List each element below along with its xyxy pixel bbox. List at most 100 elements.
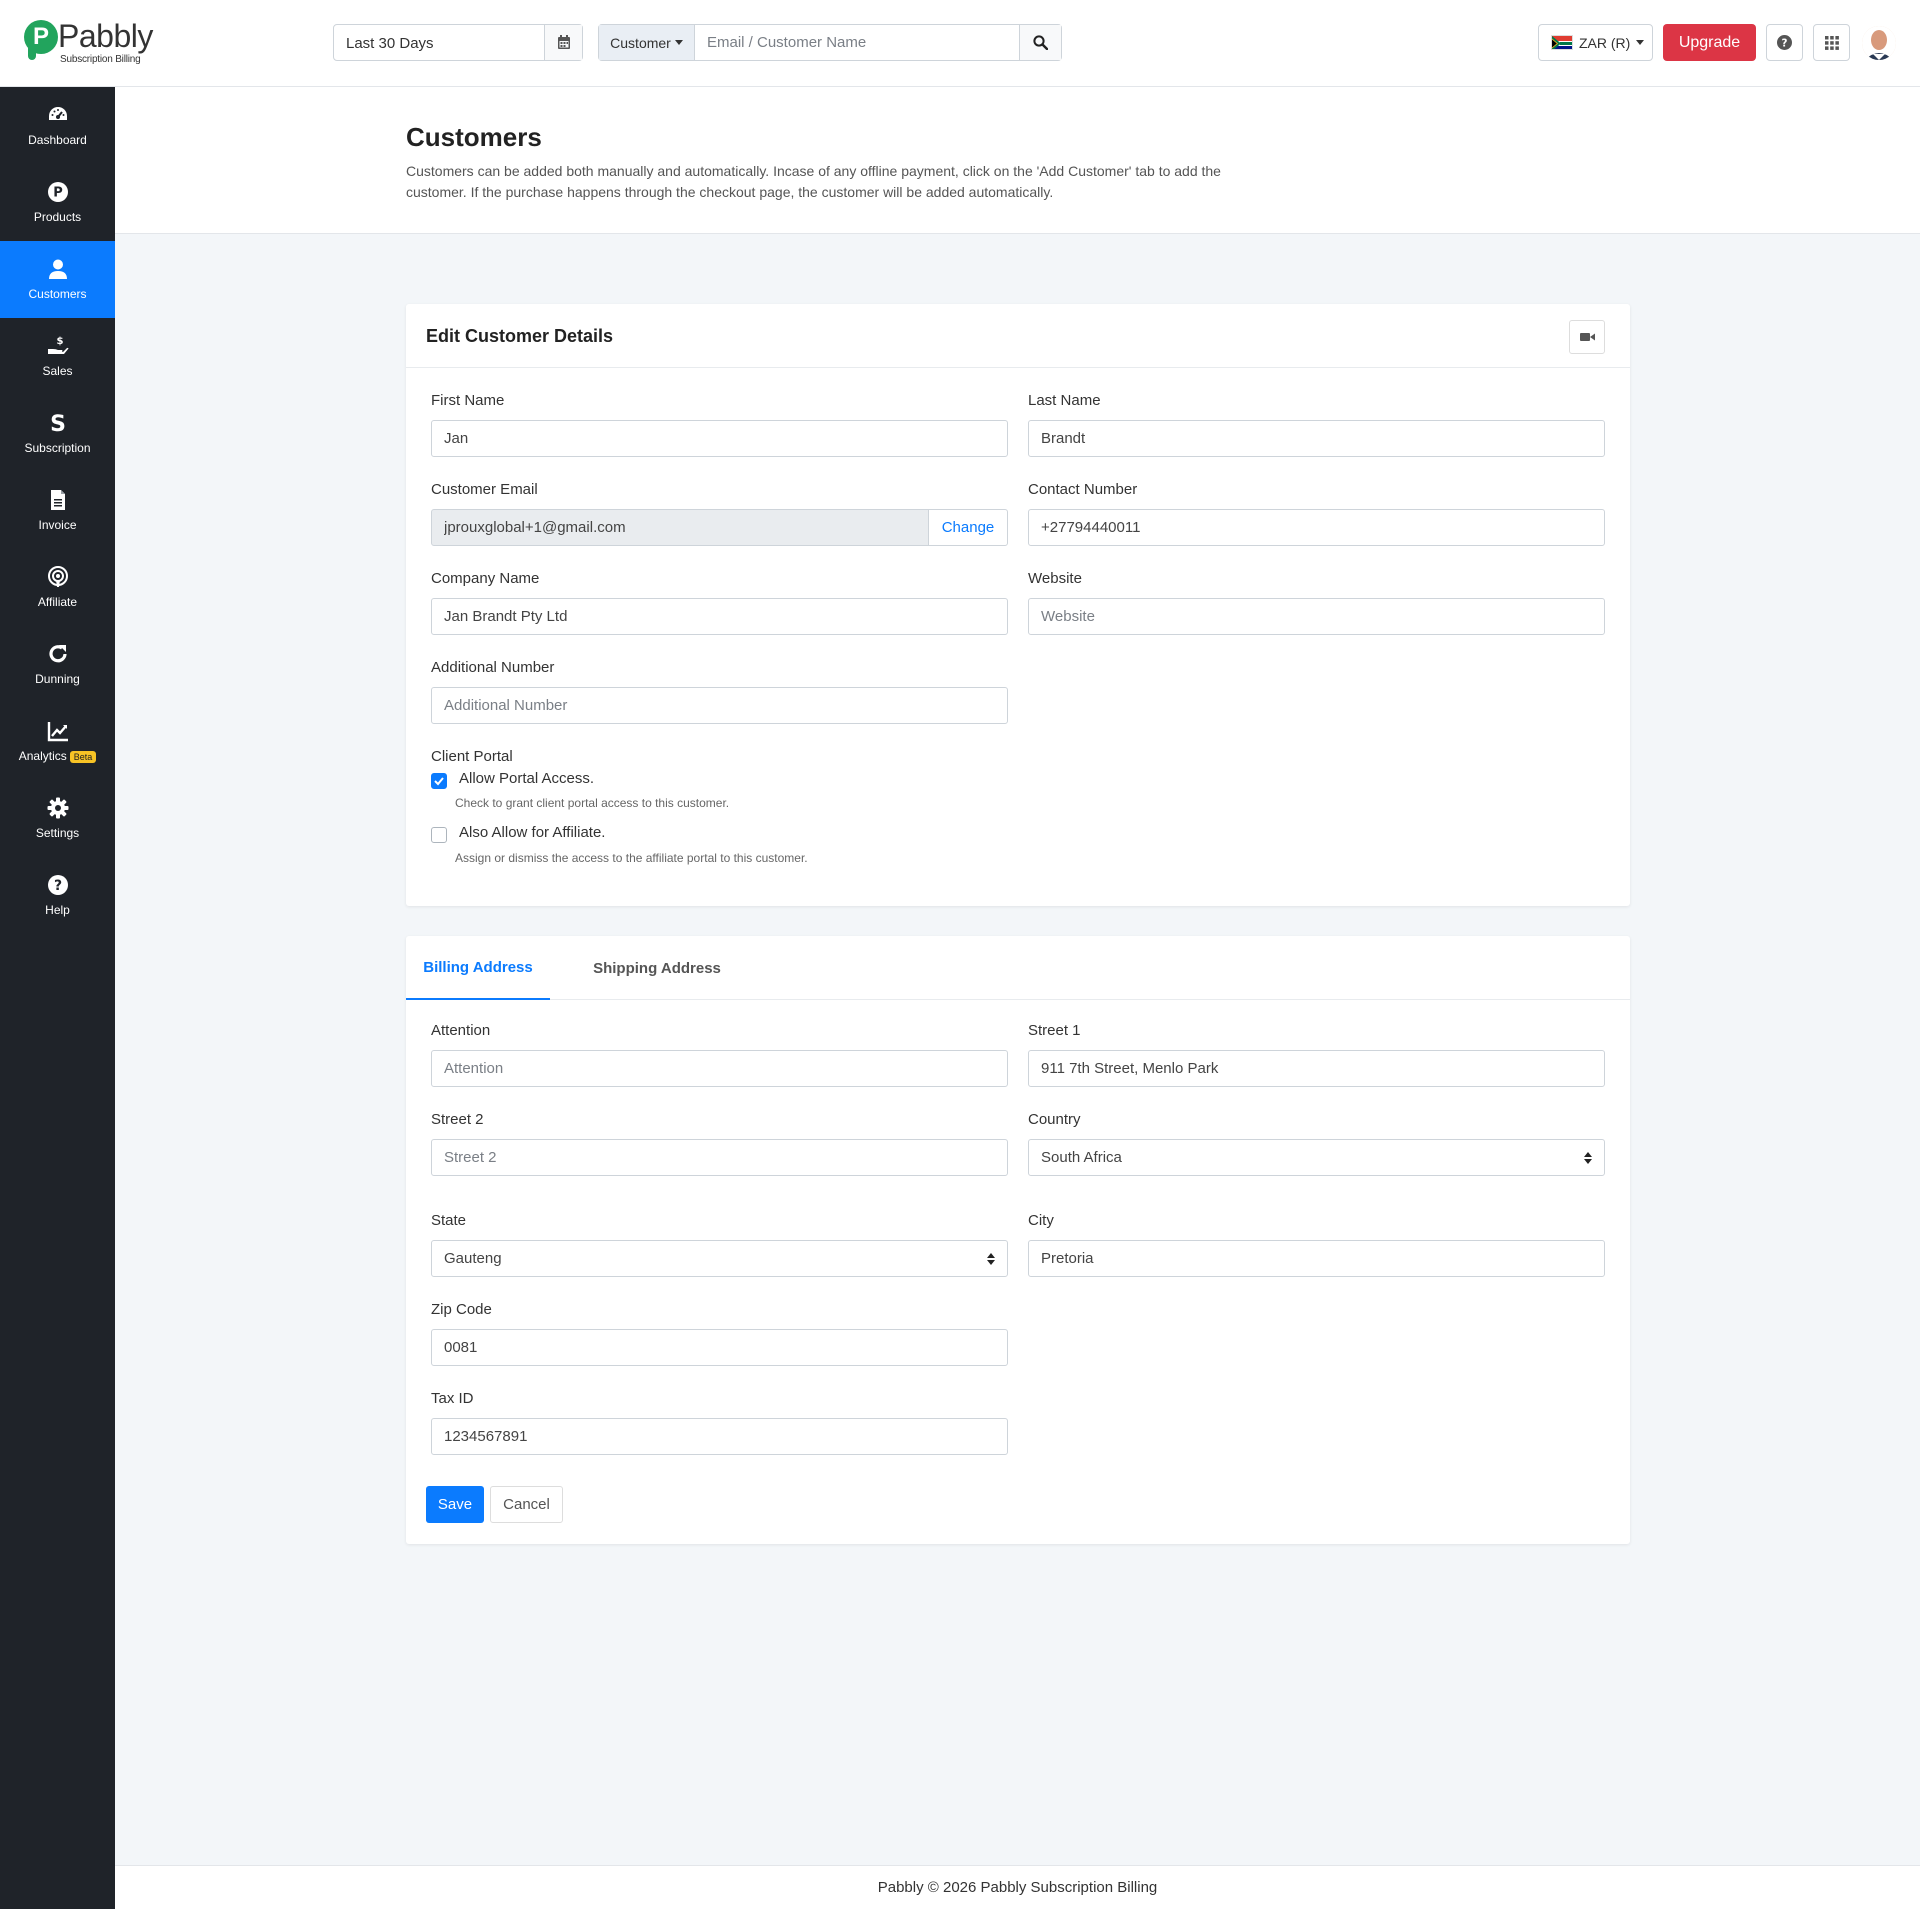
allow-portal-checkbox[interactable]: [431, 773, 447, 789]
dollar-s-icon: S: [50, 412, 66, 434]
city-input[interactable]: [1028, 1240, 1605, 1277]
attention-label: Attention: [431, 1022, 491, 1039]
website-input[interactable]: [1028, 598, 1605, 635]
sidebar-item-affiliate[interactable]: Affiliate: [0, 549, 115, 626]
country-select[interactable]: South Africa: [1028, 1139, 1605, 1176]
card-header: Edit Customer Details: [406, 304, 1630, 368]
card-title: Edit Customer Details: [426, 326, 614, 346]
save-button[interactable]: Save: [426, 1486, 484, 1523]
additional-number-label: Additional Number: [431, 659, 555, 676]
sidebar-item-label: Help: [45, 903, 70, 917]
refresh-icon: [48, 645, 67, 663]
product-p-icon: P: [47, 182, 68, 202]
sidebar-item-label: Dashboard: [28, 133, 87, 147]
country-value: South Africa: [1041, 1149, 1122, 1166]
customer-search: Customer: [598, 24, 1062, 61]
street2-input[interactable]: [431, 1139, 1008, 1176]
page-header: Customers Customers can be added both ma…: [115, 87, 1920, 234]
apps-grid-button[interactable]: [1813, 24, 1850, 61]
video-tutorial-button[interactable]: [1569, 320, 1605, 354]
sidebar-item-label: Settings: [35, 826, 80, 840]
beta-badge: Beta: [69, 751, 97, 763]
sidebar-item-settings[interactable]: Settings: [0, 780, 115, 857]
logo-wordmark: Pabbly: [58, 18, 153, 54]
search-button[interactable]: [1019, 25, 1061, 60]
company-name-label: Company Name: [431, 570, 540, 587]
sidebar-item-dunning[interactable]: Dunning: [0, 626, 115, 703]
pabbly-logo[interactable]: P Pabbly Subscription Billing: [24, 18, 154, 68]
caret-down-icon: [674, 40, 683, 45]
sidebar-item-analytics-row: Analytics Beta: [19, 749, 97, 763]
help-button[interactable]: ?: [1766, 24, 1803, 61]
tax-id-input[interactable]: [431, 1418, 1008, 1455]
address-tabs: Billing Address Shipping Address: [406, 936, 1630, 1000]
last-name-label: Last Name: [1028, 392, 1101, 409]
contact-number-label: Contact Number: [1028, 481, 1138, 498]
website-label: Website: [1028, 570, 1082, 587]
sidebar-item-products[interactable]: P Products: [0, 164, 115, 241]
sidebar-item-sales[interactable]: $ Sales: [0, 318, 115, 395]
additional-number-input[interactable]: [431, 687, 1008, 724]
logo-subtitle: Subscription Billing: [60, 54, 141, 65]
search-type-dropdown[interactable]: Customer: [599, 25, 695, 60]
city-label: City: [1028, 1212, 1054, 1229]
document-icon: [50, 490, 65, 510]
select-arrows-icon: [987, 1253, 995, 1265]
tab-shipping-address[interactable]: Shipping Address: [550, 936, 764, 1000]
sidebar-item-invoice[interactable]: Invoice: [0, 472, 115, 549]
search-icon: [1033, 35, 1048, 50]
page-description: Customers can be added both manually and…: [406, 163, 1221, 200]
grid-icon: [1824, 35, 1839, 50]
last-name-input[interactable]: [1028, 420, 1605, 457]
contact-number-input[interactable]: [1028, 509, 1605, 546]
tab-billing-address[interactable]: Billing Address: [406, 936, 550, 1000]
currency-dropdown[interactable]: ZAR (R): [1538, 24, 1653, 61]
sidebar-item-help[interactable]: ? Help: [0, 857, 115, 934]
sidebar-item-analytics[interactable]: Analytics Beta: [0, 703, 115, 780]
sidebar-item-subscription[interactable]: S Subscription: [0, 395, 115, 472]
checkmark-icon: [434, 777, 444, 786]
calendar-button[interactable]: [544, 25, 582, 60]
allow-affiliate-checkbox[interactable]: [431, 827, 447, 843]
attention-input[interactable]: [431, 1050, 1008, 1087]
user-icon: [48, 259, 67, 279]
svg-text:S: S: [50, 412, 66, 434]
chart-line-icon: [47, 722, 68, 742]
speedometer-icon: [48, 107, 67, 120]
top-header: P Pabbly Subscription Billing Last 30 Da…: [0, 0, 1920, 87]
currency-label: ZAR (R): [1579, 34, 1631, 51]
sidebar-item-label: Sales: [42, 364, 73, 378]
allow-affiliate-help: Assign or dismiss the access to the affi…: [455, 851, 808, 865]
first-name-input[interactable]: [431, 420, 1008, 457]
sidebar-item-label: Products: [33, 210, 82, 224]
zip-code-input[interactable]: [431, 1329, 1008, 1366]
sidebar-item-label: Invoice: [38, 518, 77, 532]
gear-icon: [47, 797, 68, 819]
caret-down-icon: [1636, 40, 1645, 45]
question-circle-icon: ?: [1777, 35, 1792, 50]
sidebar-item-dashboard[interactable]: Dashboard: [0, 87, 115, 164]
search-input[interactable]: [695, 25, 1019, 60]
sidebar-item-customers[interactable]: Customers: [0, 241, 115, 318]
date-range-picker[interactable]: Last 30 Days: [333, 24, 583, 61]
search-type-label: Customer: [610, 34, 671, 51]
page-title: Customers: [406, 122, 542, 152]
user-avatar[interactable]: [1862, 26, 1896, 60]
allow-portal-label[interactable]: Allow Portal Access.: [459, 770, 594, 787]
street1-input[interactable]: [1028, 1050, 1605, 1087]
question-icon: ?: [47, 875, 68, 895]
svg-text:?: ?: [1782, 37, 1788, 49]
address-card: Billing Address Shipping Address Attenti…: [406, 936, 1630, 1544]
south-africa-flag-icon: [1551, 35, 1573, 50]
customer-email-input: [431, 509, 929, 546]
state-select[interactable]: Gauteng: [431, 1240, 1008, 1277]
cancel-button[interactable]: Cancel: [490, 1486, 563, 1523]
company-name-input[interactable]: [431, 598, 1008, 635]
state-value: Gauteng: [444, 1250, 502, 1267]
first-name-label: First Name: [431, 392, 505, 409]
svg-text:P: P: [53, 186, 63, 201]
broadcast-icon: [47, 566, 68, 587]
allow-affiliate-label[interactable]: Also Allow for Affiliate.: [459, 824, 605, 841]
upgrade-button[interactable]: Upgrade: [1663, 24, 1756, 61]
change-email-button[interactable]: Change: [928, 509, 1008, 546]
